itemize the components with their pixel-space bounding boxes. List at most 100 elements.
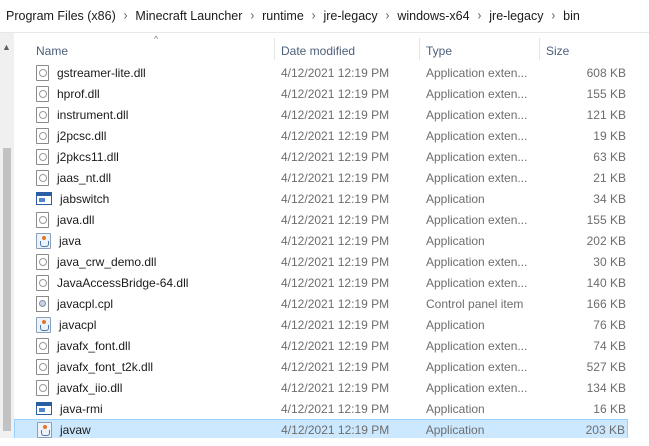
file-size: 166 KB (586, 296, 626, 311)
file-row[interactable]: java 4/12/2021 12:19 PM Application 202 KB (14, 230, 628, 251)
chevron-right-icon[interactable]: › (118, 9, 134, 23)
breadcrumb-item[interactable]: bin (561, 9, 582, 23)
scroll-thumb[interactable] (3, 148, 11, 431)
file-name-cell: javafx_iio.dll (14, 379, 274, 396)
file-date: 4/12/2021 12:19 PM (281, 359, 390, 374)
file-row[interactable]: j2pkcs11.dll 4/12/2021 12:19 PM Applicatio… (14, 146, 628, 167)
exe-icon (36, 192, 52, 205)
file-row[interactable]: instrument.dll 4/12/2021 12:19 PM Applicat… (14, 104, 628, 125)
file-row[interactable]: jaas_nt.dll 4/12/2021 12:19 PM Application… (14, 167, 628, 188)
breadcrumb-item[interactable]: Program Files (x86) (4, 9, 118, 23)
java-icon (36, 232, 51, 249)
breadcrumb-item[interactable]: windows-x64 (395, 9, 471, 23)
breadcrumb-item[interactable]: Minecraft Launcher (133, 9, 244, 23)
file-name: javacpl.cpl (57, 296, 114, 311)
file-row[interactable]: javaw 4/12/2021 12:19 PM Application 203 KB (14, 419, 628, 440)
file-size: 30 KB (593, 254, 626, 269)
column-header-type[interactable]: Type (419, 38, 539, 60)
file-row[interactable]: hprof.dll 4/12/2021 12:19 PM Application e… (14, 83, 628, 104)
chevron-right-icon[interactable]: › (244, 9, 260, 23)
file-type: Application exten... (426, 380, 528, 395)
file-name: javafx_iio.dll (57, 380, 123, 395)
chevron-right-icon[interactable]: › (545, 9, 561, 23)
file-row[interactable]: javafx_font.dll 4/12/2021 12:19 PM Applica… (14, 335, 628, 356)
column-header-size[interactable]: Size (539, 38, 628, 60)
file-name: JavaAccessBridge-64.dll (57, 275, 189, 290)
file-row[interactable]: gstreamer-lite.dll 4/12/2021 12:19 PM Appl… (14, 62, 628, 83)
file-name-cell: instrument.dll (14, 106, 274, 123)
file-size: 63 KB (593, 149, 626, 164)
file-date: 4/12/2021 12:19 PM (281, 275, 390, 290)
file-row[interactable]: javacpl.cpl 4/12/2021 12:19 PM Control pan… (14, 293, 628, 314)
file-type: Application (426, 317, 485, 332)
column-header-name[interactable]: Name (14, 38, 274, 60)
file-size: 155 KB (586, 86, 626, 101)
breadcrumb-item[interactable]: runtime (260, 9, 306, 23)
file-name-cell: java-rmi (14, 402, 274, 416)
dll-icon (36, 85, 49, 102)
file-size: 16 KB (593, 401, 626, 416)
file-row[interactable]: JavaAccessBridge-64.dll 4/12/2021 12:19 P… (14, 272, 628, 293)
file-row[interactable]: java.dll 4/12/2021 12:19 PM Application ex… (14, 209, 628, 230)
file-date: 4/12/2021 12:19 PM (281, 254, 390, 269)
file-size: 155 KB (586, 212, 626, 227)
file-size: 203 KB (585, 422, 625, 437)
file-type: Application exten... (426, 275, 528, 290)
java-icon (36, 316, 51, 333)
dll-icon (36, 64, 49, 81)
file-name: j2pkcs11.dll (57, 149, 119, 164)
file-date: 4/12/2021 12:19 PM (281, 317, 390, 332)
file-name: javacpl (59, 317, 97, 332)
file-date: 4/12/2021 12:19 PM (281, 380, 390, 395)
breadcrumb-item[interactable]: jre-legacy (321, 9, 379, 23)
dll-icon (36, 169, 49, 186)
file-type: Application exten... (426, 254, 528, 269)
file-row[interactable]: javafx_font_t2k.dll 4/12/2021 12:19 PM App… (14, 356, 628, 377)
file-name-cell: jaas_nt.dll (14, 169, 274, 186)
column-header-date[interactable]: Date modified (274, 38, 419, 60)
chevron-right-icon[interactable]: › (306, 9, 322, 23)
status-bar (0, 438, 649, 446)
file-row[interactable]: j2pcsc.dll 4/12/2021 12:19 PM Application … (14, 125, 628, 146)
file-type: Application exten... (426, 65, 528, 80)
file-list: gstreamer-lite.dll 4/12/2021 12:19 PM Appl… (14, 62, 628, 440)
file-date: 4/12/2021 12:19 PM (281, 233, 390, 248)
file-row[interactable]: java-rmi 4/12/2021 12:19 PM Application 16 … (14, 398, 628, 419)
file-name-cell: java.dll (14, 211, 274, 228)
chevron-right-icon[interactable]: › (380, 9, 396, 23)
file-size: 74 KB (593, 338, 626, 353)
dll-icon (36, 358, 49, 375)
scroll-up-arrow-icon[interactable]: ▲ (2, 42, 11, 52)
file-type: Application exten... (426, 212, 528, 227)
file-size: 76 KB (593, 317, 626, 332)
dll-icon (36, 253, 49, 270)
file-row[interactable]: javacpl 4/12/2021 12:19 PM Application 76 K… (14, 314, 628, 335)
file-name-cell: java_crw_demo.dll (14, 253, 274, 270)
file-name-cell: hprof.dll (14, 85, 274, 102)
file-date: 4/12/2021 12:19 PM (281, 149, 390, 164)
file-type: Application exten... (426, 170, 528, 185)
file-type: Application (426, 191, 485, 206)
file-type: Application (426, 233, 485, 248)
file-name: gstreamer-lite.dll (57, 65, 146, 80)
file-date: 4/12/2021 12:19 PM (281, 170, 390, 185)
breadcrumb-item[interactable]: jre-legacy (487, 9, 545, 23)
file-row[interactable]: jabswitch 4/12/2021 12:19 PM Application 34… (14, 188, 628, 209)
file-row[interactable]: javafx_iio.dll 4/12/2021 12:19 PM Applicat… (14, 377, 628, 398)
breadcrumb: Program Files (x86) › Minecraft Launcher › r… (0, 0, 649, 33)
file-name: javafx_font.dll (57, 338, 131, 353)
file-name-cell: javafx_font.dll (14, 337, 274, 354)
file-type: Application exten... (426, 338, 528, 353)
file-type: Control panel item (426, 296, 524, 311)
file-name-cell: gstreamer-lite.dll (14, 64, 274, 81)
file-type: Application exten... (426, 107, 528, 122)
file-type: Application exten... (426, 86, 528, 101)
chevron-right-icon[interactable]: › (472, 9, 488, 23)
dll-icon (36, 379, 49, 396)
file-row[interactable]: java_crw_demo.dll 4/12/2021 12:19 PM Appli… (14, 251, 628, 272)
vertical-scrollbar[interactable]: ▲ (0, 33, 14, 446)
file-name-cell: javacpl (14, 316, 274, 333)
file-date: 4/12/2021 12:19 PM (281, 65, 390, 80)
file-size: 134 KB (586, 380, 626, 395)
file-date: 4/12/2021 12:19 PM (281, 296, 390, 311)
